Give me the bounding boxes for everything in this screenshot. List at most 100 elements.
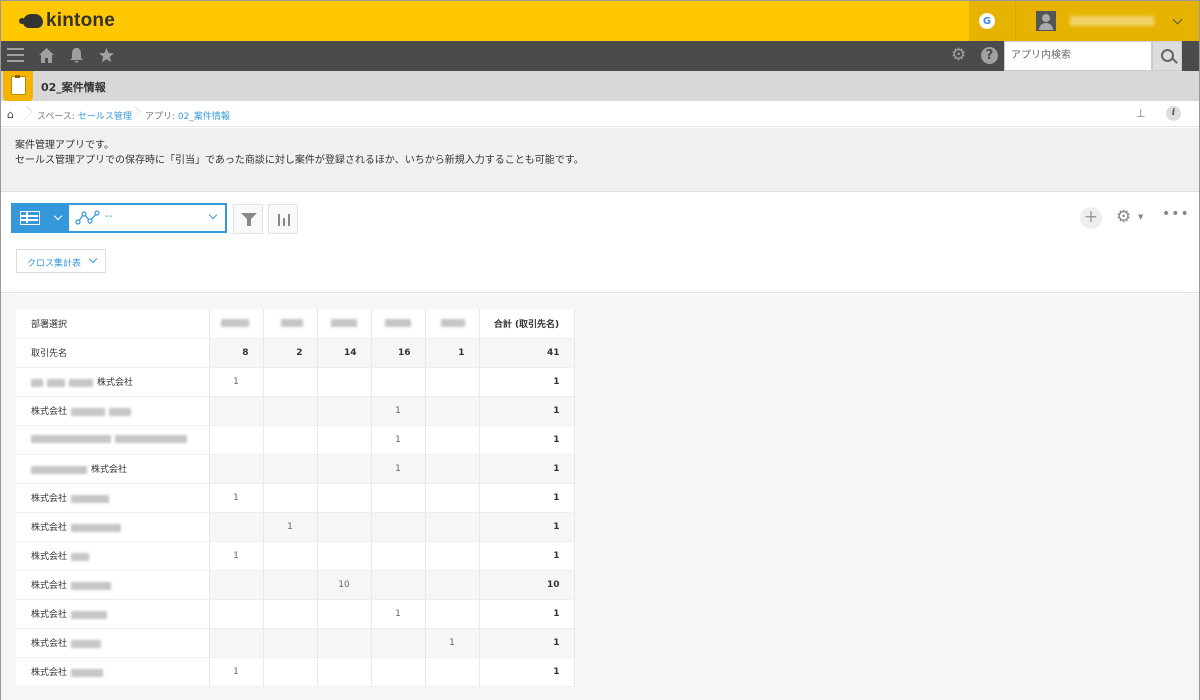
- cell-text: 株式会社: [31, 523, 68, 533]
- cell-text: 1: [553, 521, 560, 532]
- value-cell: 1: [209, 483, 264, 513]
- home-icon[interactable]: [38, 47, 55, 64]
- value-cell: [317, 425, 372, 455]
- cell-text: 1: [233, 376, 239, 387]
- menu-icon[interactable]: [7, 48, 24, 62]
- table-row: 株式会社 1 1: [16, 541, 575, 571]
- blurred-company-name: [71, 407, 106, 416]
- cell-text: 1: [553, 376, 560, 387]
- table-row: 株式会社 1 1: [16, 483, 575, 513]
- company-name-cell: 株式会社: [16, 454, 210, 484]
- value-cell: [209, 396, 264, 426]
- value-cell: [317, 367, 372, 397]
- cell-text: 1: [233, 666, 239, 677]
- table-row: 株式会社 1 1: [16, 396, 575, 426]
- cell-text: 株式会社: [31, 494, 68, 504]
- top-header: kintone G: [1, 1, 1199, 41]
- column-total-cell: 2: [263, 338, 318, 368]
- view-selector[interactable]: --: [11, 203, 227, 233]
- cross-table-label: クロス集計表: [27, 259, 82, 269]
- value-cell: [317, 483, 372, 513]
- breadcrumb: ⌂ スペース: セールス管理 アプリ: 02_案件情報 ⊥ i: [1, 101, 1199, 127]
- more-options-icon[interactable]: •••: [1162, 206, 1190, 222]
- cross-table-dropdown[interactable]: クロス集計表: [16, 249, 106, 273]
- filter-button[interactable]: [233, 204, 263, 234]
- cell-text: 株式会社: [31, 581, 68, 591]
- table-icon: [20, 211, 40, 225]
- value-cell: [425, 396, 480, 426]
- row-total-cell: 1: [479, 657, 575, 687]
- global-toolbar: ⚙ ? アプリ内検索: [1, 41, 1199, 71]
- kintone-logo[interactable]: kintone: [19, 10, 115, 32]
- column-header-blurred: [317, 309, 372, 339]
- value-cell: [263, 599, 318, 629]
- cell-text: 16: [397, 347, 411, 358]
- gear-icon[interactable]: ⚙: [951, 46, 966, 64]
- blurred-department: [220, 318, 249, 327]
- search-icon[interactable]: [1152, 41, 1182, 71]
- cell-text: 1: [395, 608, 401, 619]
- app-description: 案件管理アプリです。 セールス管理アプリでの保存時に「引当」であった商談に対し案…: [1, 128, 1199, 192]
- blurred-company-name: [71, 610, 108, 619]
- breadcrumb-space-link[interactable]: セールス管理: [78, 112, 132, 122]
- blurred-company-name: [71, 494, 110, 503]
- row-field-header: 部署選択: [16, 309, 210, 339]
- blurred-company-name: [71, 523, 122, 532]
- row-total-cell: 1: [479, 599, 575, 629]
- user-name-blurred[interactable]: [1070, 16, 1154, 26]
- value-cell: 1: [371, 599, 426, 629]
- value-cell: [425, 570, 480, 600]
- cell-text: 1: [233, 550, 239, 561]
- app-title-bar: 02_案件情報: [1, 71, 1199, 101]
- blurred-company-name: [109, 407, 132, 416]
- value-cell: [317, 541, 372, 571]
- kintone-logo-icon: [19, 14, 43, 28]
- graph-button[interactable]: [268, 204, 298, 234]
- cell-text: 1: [449, 637, 455, 648]
- user-area: G: [969, 1, 1199, 41]
- cell-text: 株式会社: [97, 378, 134, 388]
- row-total-cell: 1: [479, 454, 575, 484]
- cell-text: 1: [553, 666, 560, 677]
- table-row: 株式会社 1 1: [16, 367, 575, 397]
- cell-text: 株式会社: [31, 552, 68, 562]
- value-cell: [209, 425, 264, 455]
- chevron-down-icon: [53, 211, 63, 221]
- user-menu-chevron-down-icon[interactable]: [1172, 14, 1183, 24]
- star-icon[interactable]: [98, 47, 115, 64]
- table-row: 株式会社 1 1: [16, 454, 575, 484]
- google-icon[interactable]: G: [979, 13, 995, 29]
- blurred-company-name: [71, 639, 102, 648]
- avatar[interactable]: [1036, 11, 1056, 31]
- breadcrumb-app-link[interactable]: 02_案件情報: [178, 112, 230, 122]
- column-total-cell: 14: [317, 338, 372, 368]
- value-cell: [317, 599, 372, 629]
- bell-icon[interactable]: [69, 47, 84, 64]
- app-settings-gear-icon[interactable]: ⚙: [1116, 207, 1131, 227]
- value-cell: [425, 657, 480, 687]
- cell-text: 1: [553, 405, 560, 416]
- table-row: 株式会社 1 1: [16, 599, 575, 629]
- value-cell: [263, 570, 318, 600]
- view-type-dropdown[interactable]: [13, 205, 69, 231]
- breadcrumb-separator: [21, 101, 31, 127]
- cell-text: 1: [553, 434, 560, 445]
- app-search-input[interactable]: アプリ内検索: [1004, 41, 1152, 71]
- cell-text: 株式会社: [31, 610, 68, 620]
- add-record-button[interactable]: +: [1080, 207, 1102, 229]
- cell-text: 14: [343, 347, 357, 358]
- value-cell: 1: [209, 657, 264, 687]
- breadcrumb-home-icon[interactable]: ⌂: [7, 108, 14, 121]
- description-line: 案件管理アプリです。: [15, 140, 114, 151]
- help-icon[interactable]: ?: [981, 47, 998, 64]
- blurred-department: [330, 318, 357, 327]
- cell-text: 8: [242, 347, 249, 358]
- value-cell: [371, 367, 426, 397]
- value-cell: [425, 541, 480, 571]
- info-icon[interactable]: i: [1166, 106, 1181, 121]
- blurred-company-name: [69, 378, 93, 387]
- chevron-down-icon[interactable]: ▼: [1138, 213, 1143, 221]
- company-name-cell: 株式会社: [16, 512, 210, 542]
- pin-icon[interactable]: ⊥: [1136, 107, 1146, 120]
- row-total-cell: 1: [479, 425, 575, 455]
